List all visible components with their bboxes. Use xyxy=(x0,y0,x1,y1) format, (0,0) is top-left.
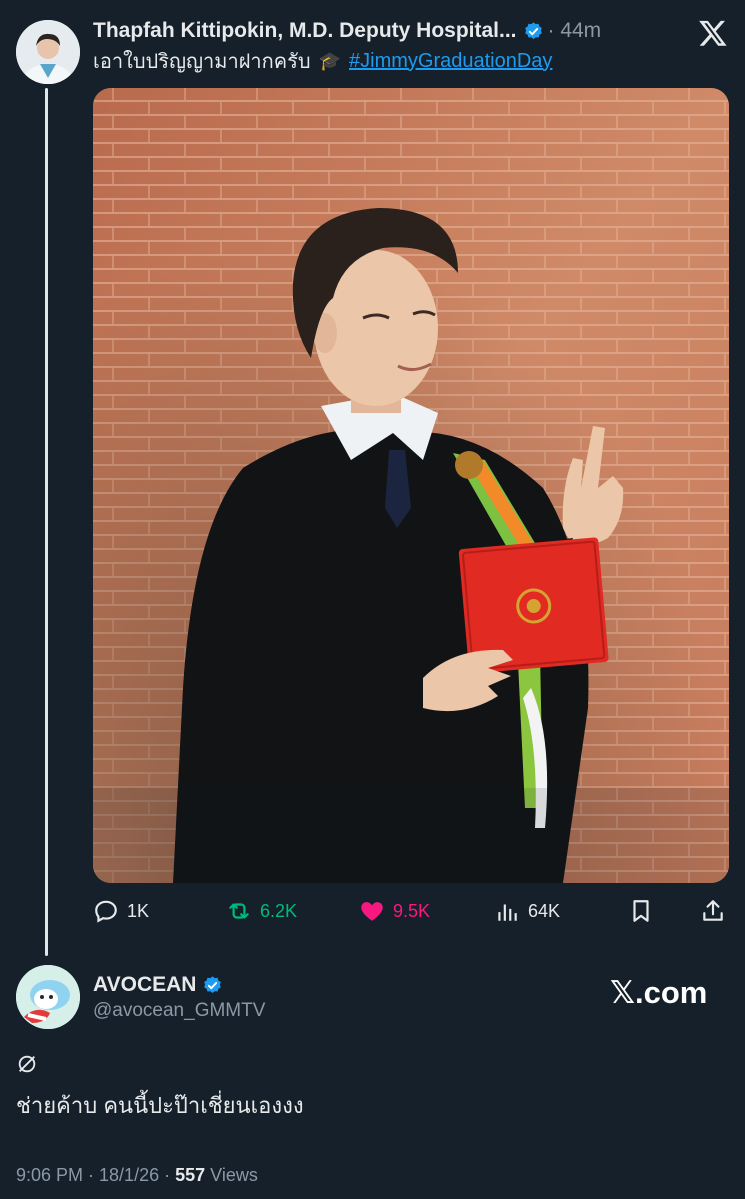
reply-author: AVOCEAN xyxy=(93,971,223,999)
reply-button[interactable]: 1K xyxy=(93,895,149,927)
views-chart-icon xyxy=(498,904,517,921)
reply-author-name[interactable]: AVOCEAN xyxy=(93,973,196,997)
share-button[interactable] xyxy=(700,895,734,927)
verified-badge-icon xyxy=(524,21,542,39)
repost-count: 6.2K xyxy=(260,900,298,921)
views-number: 557 xyxy=(175,1165,206,1185)
post-time: · 44m xyxy=(547,19,602,42)
author-name[interactable]: Thapfah Kittipokin, M.D. Deputy Hospital… xyxy=(93,19,517,43)
post-timestamp: 9:06 PM · 18/1/26 · xyxy=(16,1165,171,1185)
bookmark-button[interactable] xyxy=(628,895,662,927)
author-avatar[interactable] xyxy=(16,20,80,84)
share-icon xyxy=(703,900,723,921)
avatar-image xyxy=(16,20,80,84)
like-button[interactable]: 9.5K xyxy=(359,895,430,927)
repost-icon xyxy=(229,903,249,919)
xcom-watermark: 𝕏.com xyxy=(610,975,708,1010)
post-actions: 1K 6.2K 9.5K 64K xyxy=(93,895,729,927)
no-link-icon xyxy=(18,1055,36,1073)
post-text-body: เอาใบปริญญามาฝากครับ xyxy=(93,51,311,73)
graduation-cap-emoji: 🎓 xyxy=(318,50,341,71)
reply-count: 1K xyxy=(127,900,150,921)
views-button[interactable]: 64K xyxy=(494,895,560,927)
reply-author-avatar[interactable] xyxy=(16,965,80,1029)
verified-badge-icon xyxy=(204,975,222,993)
reply-text: ช่ายค้าบ คนนี้ปะป๊าเชี่ยนเองงง xyxy=(16,1093,304,1118)
post-header: Thapfah Kittipokin, M.D. Deputy Hospital… xyxy=(93,16,653,46)
heart-icon xyxy=(361,902,383,921)
post-photo[interactable] xyxy=(93,88,729,883)
repost-button[interactable]: 6.2K xyxy=(226,895,297,927)
like-count: 9.5K xyxy=(393,900,431,921)
post-meta: 9:06 PM · 18/1/26 · 557 Views xyxy=(16,1165,258,1186)
graduation-photo xyxy=(93,88,729,883)
avatar-image xyxy=(16,965,80,1029)
post-text: เอาใบปริญญามาฝากครับ 🎓 #JimmyGraduationD… xyxy=(93,46,713,76)
thread-line xyxy=(45,88,48,956)
x-logo-icon[interactable] xyxy=(698,18,728,48)
views-count: 64K xyxy=(528,900,561,921)
views-label: Views xyxy=(210,1165,258,1185)
hashtag-link[interactable]: #JimmyGraduationDay xyxy=(349,50,552,73)
reply-handle[interactable]: @avocean_GMMTV xyxy=(93,1000,265,1022)
bookmark-icon xyxy=(633,900,649,922)
reply-icon xyxy=(95,900,117,923)
